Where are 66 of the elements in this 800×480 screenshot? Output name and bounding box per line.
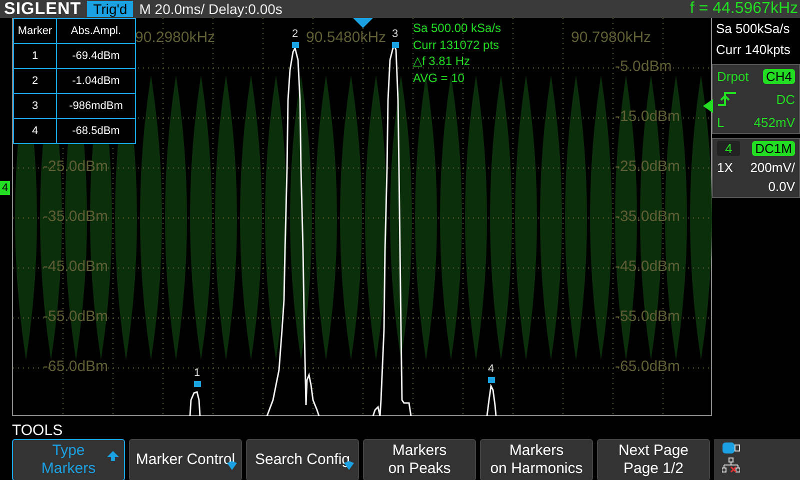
table-cell: 2 [14,68,56,94]
measurement-text: Curr 131072 pts [413,36,500,53]
sample-rate-text: Sa 500kSa/s [715,20,791,38]
frequency-label: 90.7980kHz [571,29,652,46]
marker-number: 1 [194,367,200,379]
table-cell: 1 [14,44,56,68]
rising-edge-icon [717,91,737,107]
marker-icon [392,42,399,48]
level-label: -45.0dBm [43,258,108,275]
trigger-status: Trig'd [87,1,134,17]
level-label: -35.0dBm [43,208,108,225]
network-icon [722,457,740,473]
measurement-text: △f 3.81 Hz [413,53,472,70]
usb-icon [722,442,740,454]
channel-marker: 4 [0,181,10,195]
column-header: Abs.Ampl. [56,18,136,44]
offset-text: 0.0V [768,178,795,194]
level-label: -15.0dBm [615,108,680,125]
marker-icon [292,42,299,48]
marker-icon [194,381,201,387]
timebase-text: M 20.0ms/ Delay:0.00s [139,1,282,17]
level-label: -25.0dBm [615,158,680,175]
table-cell: -68.5dBm [56,118,136,144]
table-cell: -1.04dBm [56,68,136,94]
level-label: -55.0dBm [43,308,108,325]
menu-button[interactable]: Type Markers [12,439,125,480]
vertical-scale-text: 200mV/ [750,160,795,174]
channel-coupling: DC1M [752,140,795,156]
trigger-panel[interactable]: Drpot CH4 DC L 452mV [712,64,800,134]
level-label: -45.0dBm [615,258,680,275]
brand-logo: SIGLENT [3,0,82,18]
table-cell: 3 [14,94,56,118]
level-label: -65.0dBm [43,358,108,375]
measurement-text: AVG = 10 [413,70,466,86]
memory-depth-text: Curr 140kpts [715,41,792,59]
level-label: -65.0dBm [615,358,680,375]
column-header: Marker [14,18,56,44]
menu-button[interactable]: Next Page Page 1/2 [597,439,710,480]
channel-number: 4 [717,140,740,156]
trigger-mode: Drpot [717,68,749,84]
probe-text: 1X [717,160,733,174]
marker-number: 2 [292,28,298,40]
trigger-coupling: DC [776,92,795,106]
level-label: -55.0dBm [615,308,680,325]
level-label: -5.0dBm [615,58,672,75]
menu-title: TOOLS [11,421,64,438]
marker-icon [488,377,495,383]
table-cell: -986mdBm [56,94,136,118]
table-cell: 4 [14,118,56,144]
menu-button[interactable]: Markers on Peaks [363,439,476,480]
channel-panel[interactable]: 4 DC1M 1X 200mV/ 0.0V [712,138,800,198]
measurement-text: Sa 500.00 kSa/s [413,20,502,36]
frequency-readout: f = 44.5967kHz [690,0,799,18]
level-label-text: L [717,114,724,130]
trigger-source: CH4 [762,68,795,84]
menu-button[interactable]: Marker Control [129,439,242,480]
level-label: -25.0dBm [43,158,108,175]
trigger-level-text: 452mV [754,114,795,130]
level-label: -35.0dBm [615,208,680,225]
table-cell: -69.4dBm [56,44,136,68]
marker-number: 4 [488,363,494,375]
arrow-up-icon [107,451,119,461]
marker-number: 3 [392,28,398,40]
frequency-label: 90.5480kHz [306,29,386,46]
menu-button[interactable]: Markers on Harmonics [480,439,593,480]
frequency-label: 90.2980kHz [135,29,216,46]
